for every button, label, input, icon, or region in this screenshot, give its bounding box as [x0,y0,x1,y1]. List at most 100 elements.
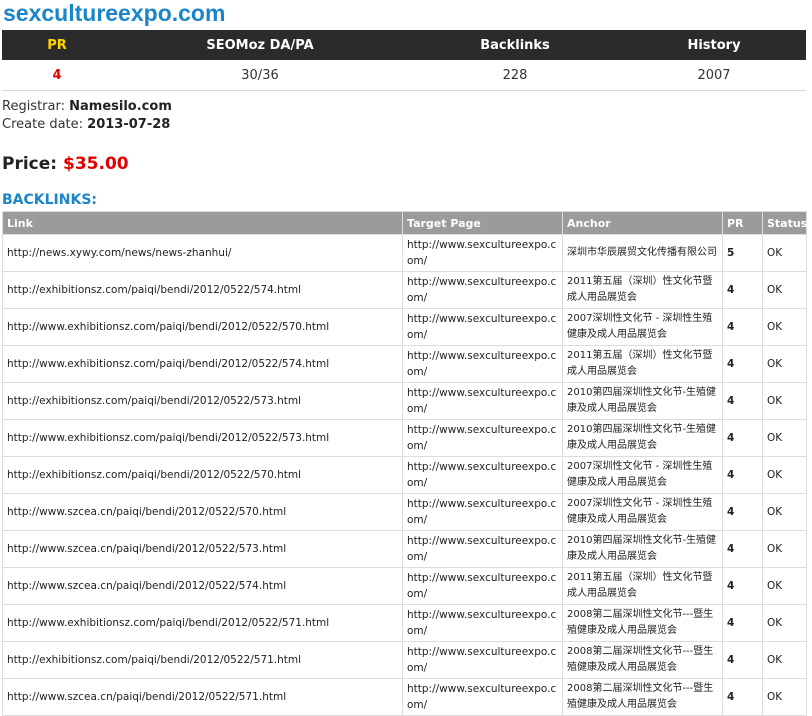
row-pr: 4 [722,382,763,420]
row-target[interactable]: http://www.sexcultureexpo.com/ [402,382,563,420]
row-pr: 4 [722,419,763,457]
row-link[interactable]: http://www.szcea.cn/paiqi/bendi/2012/052… [2,530,403,568]
row-target[interactable]: http://www.sexcultureexpo.com/ [402,271,563,309]
stats-value-seomoz: 30/36 [112,60,408,91]
create-date-value: 2013-07-28 [87,117,171,132]
backlinks-body: http://news.xywy.com/news/news-zhanhui/h… [2,234,807,716]
col-header-link[interactable]: Link [2,211,403,235]
stats-value-history: 2007 [622,60,806,91]
row-anchor: 2007深圳性文化节 - 深圳性生殖健康及成人用品展览会 [562,308,723,346]
row-pr: 4 [722,604,763,642]
row-target[interactable]: http://www.sexcultureexpo.com/ [402,567,563,605]
create-date-line: Create date: 2013-07-28 [2,117,170,132]
row-anchor: 2008第二届深圳性文化节---暨生殖健康及成人用品展览会 [562,641,723,679]
stats-header-seomoz: SEOMoz DA/PA [112,30,408,60]
table-row: http://exhibitionsz.com/paiqi/bendi/2012… [2,271,807,309]
price-line: Price: $35.00 [2,154,129,174]
price-value: $35.00 [63,154,129,174]
stats-value-backlinks: 228 [408,60,622,91]
table-row: http://www.szcea.cn/paiqi/bendi/2012/052… [2,530,807,568]
row-target[interactable]: http://www.sexcultureexpo.com/ [402,530,563,568]
row-anchor: 2007深圳性文化节 - 深圳性生殖健康及成人用品展览会 [562,456,723,494]
row-pr: 4 [722,678,763,716]
create-date-label: Create date: [2,117,84,132]
row-status: OK [762,567,807,605]
row-anchor: 2007深圳性文化节 - 深圳性生殖健康及成人用品展览会 [562,493,723,531]
row-status: OK [762,234,807,272]
stats-value-row: 4 30/36 228 2007 [2,60,806,91]
row-status: OK [762,641,807,679]
stats-header-row: PR SEOMoz DA/PA Backlinks History [2,30,806,60]
row-target[interactable]: http://www.sexcultureexpo.com/ [402,345,563,383]
col-header-status[interactable]: Status [762,211,807,235]
row-status: OK [762,419,807,457]
backlinks-table: Link Target Page Anchor PR Status http:/… [2,211,807,716]
table-row: http://exhibitionsz.com/paiqi/bendi/2012… [2,382,807,420]
domain-stats-table: PR SEOMoz DA/PA Backlinks History 4 30/3… [2,30,806,91]
row-target[interactable]: http://www.sexcultureexpo.com/ [402,493,563,531]
row-pr: 4 [722,567,763,605]
stats-header-pr: PR [2,30,112,60]
row-pr: 5 [722,234,763,272]
row-pr: 4 [722,641,763,679]
row-link[interactable]: http://www.szcea.cn/paiqi/bendi/2012/052… [2,493,403,531]
row-link[interactable]: http://exhibitionsz.com/paiqi/bendi/2012… [2,271,403,309]
col-header-target[interactable]: Target Page [402,211,563,235]
row-pr: 4 [722,530,763,568]
row-link[interactable]: http://www.exhibitionsz.com/paiqi/bendi/… [2,419,403,457]
table-row: http://exhibitionsz.com/paiqi/bendi/2012… [2,456,807,494]
row-pr: 4 [722,345,763,383]
row-anchor: 2008第二届深圳性文化节---暨生殖健康及成人用品展览会 [562,604,723,642]
stats-value-pr: 4 [2,60,112,91]
row-link[interactable]: http://news.xywy.com/news/news-zhanhui/ [2,234,403,272]
domain-title[interactable]: sexcultureexpo.com [3,0,225,26]
registrar-label: Registrar: [2,99,65,114]
row-target[interactable]: http://www.sexcultureexpo.com/ [402,234,563,272]
row-status: OK [762,530,807,568]
row-link[interactable]: http://exhibitionsz.com/paiqi/bendi/2012… [2,382,403,420]
table-row: http://www.exhibitionsz.com/paiqi/bendi/… [2,604,807,642]
row-link[interactable]: http://www.exhibitionsz.com/paiqi/bendi/… [2,604,403,642]
col-header-anchor[interactable]: Anchor [562,211,723,235]
row-status: OK [762,345,807,383]
row-link[interactable]: http://www.exhibitionsz.com/paiqi/bendi/… [2,308,403,346]
table-row: http://exhibitionsz.com/paiqi/bendi/2012… [2,641,807,679]
row-target[interactable]: http://www.sexcultureexpo.com/ [402,604,563,642]
row-target[interactable]: http://www.sexcultureexpo.com/ [402,456,563,494]
table-row: http://www.exhibitionsz.com/paiqi/bendi/… [2,419,807,457]
col-header-pr[interactable]: PR [722,211,763,235]
row-link[interactable]: http://www.szcea.cn/paiqi/bendi/2012/052… [2,678,403,716]
row-anchor: 2011第五届（深圳）性文化节暨成人用品展览会 [562,345,723,383]
row-anchor: 2010第四届深圳性文化节-生殖健康及成人用品展览会 [562,382,723,420]
registrar-value: Namesilo.com [69,99,172,114]
row-anchor: 2010第四届深圳性文化节-生殖健康及成人用品展览会 [562,419,723,457]
backlinks-header-row: Link Target Page Anchor PR Status [2,211,807,235]
row-status: OK [762,271,807,309]
row-link[interactable]: http://www.exhibitionsz.com/paiqi/bendi/… [2,345,403,383]
row-target[interactable]: http://www.sexcultureexpo.com/ [402,308,563,346]
row-pr: 4 [722,271,763,309]
row-status: OK [762,308,807,346]
row-anchor: 2008第二届深圳性文化节---暨生殖健康及成人用品展览会 [562,678,723,716]
table-row: http://www.szcea.cn/paiqi/bendi/2012/052… [2,493,807,531]
row-pr: 4 [722,456,763,494]
row-target[interactable]: http://www.sexcultureexpo.com/ [402,641,563,679]
row-anchor: 2011第五届（深圳）性文化节暨成人用品展览会 [562,271,723,309]
table-row: http://news.xywy.com/news/news-zhanhui/h… [2,234,807,272]
row-pr: 4 [722,308,763,346]
row-link[interactable]: http://exhibitionsz.com/paiqi/bendi/2012… [2,456,403,494]
row-pr: 4 [722,493,763,531]
row-target[interactable]: http://www.sexcultureexpo.com/ [402,678,563,716]
row-anchor: 2011第五届（深圳）性文化节暨成人用品展览会 [562,567,723,605]
row-status: OK [762,493,807,531]
row-target[interactable]: http://www.sexcultureexpo.com/ [402,419,563,457]
row-status: OK [762,604,807,642]
table-row: http://www.exhibitionsz.com/paiqi/bendi/… [2,308,807,346]
row-status: OK [762,456,807,494]
price-label: Price: [2,154,58,174]
row-status: OK [762,678,807,716]
row-link[interactable]: http://www.szcea.cn/paiqi/bendi/2012/052… [2,567,403,605]
row-link[interactable]: http://exhibitionsz.com/paiqi/bendi/2012… [2,641,403,679]
table-row: http://www.szcea.cn/paiqi/bendi/2012/052… [2,567,807,605]
stats-header-backlinks: Backlinks [408,30,622,60]
